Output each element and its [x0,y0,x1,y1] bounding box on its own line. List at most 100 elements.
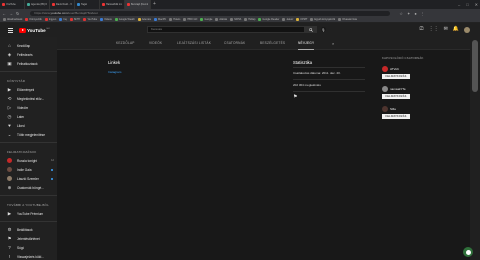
profile-icon[interactable]: ● [414,11,416,16]
star-icon[interactable]: ☆ [399,11,403,16]
sidebar-item-help[interactable]: ? Súgó [0,243,57,252]
sidebar-item-history[interactable]: ▶ Előzmények [0,85,57,94]
bookmark-item[interactable]: Google [200,18,212,21]
featured-channel[interactable]: Sifia [382,106,396,112]
url-field[interactable]: https://www.youtube.com/user/Bemlajd76/a… [30,10,391,16]
sidebar-channel-1[interactable]: Russia tonight 12 [0,156,57,165]
stats-divider [293,91,365,92]
featured-channel[interactable]: ATVolt [382,66,399,72]
browse-channels-icon: ⊕ [7,184,12,190]
new-tab-button[interactable]: + [151,0,156,9]
featured-channel-name: ATVolt [390,67,399,71]
bookmark-item[interactable]: Hidlap [244,18,255,21]
youtube-logo[interactable]: YouTube HU [19,27,49,33]
browser-tab[interactable]: David Feld - YouTube [50,0,75,9]
view-count: 202 304 megtekintés [293,83,321,87]
sidebar-item-report-history[interactable]: ⚑ Jelentéstörténet [0,234,57,243]
help-icon: ? [8,245,11,250]
featured-channels-title: KAPCSOLÓDÓ CSATORNÁK [382,56,424,60]
sidebar-item-label: Visszajelzés küld... [17,254,44,259]
sidebar-browse-channels[interactable]: ⊕ Csatornák böngé... [0,183,57,192]
close-icon[interactable]: ✕ [475,2,478,7]
browser-tab[interactable]: Bemlajd (Nemlait) - Tagét [125,0,151,9]
bookmark-item[interactable]: Hotels [169,18,180,21]
sidebar-divider [0,142,57,143]
sidebar-item-liked[interactable]: ♥ Liked [0,121,57,130]
minimize-icon[interactable]: – [458,2,460,7]
stats-title: Statisztika [293,60,313,65]
sidebar-item-watch-later[interactable]: ◷ Later [0,112,57,121]
hamburger-menu-icon[interactable] [8,27,13,33]
tab-about[interactable]: NÉVJEGY [298,37,315,50]
bookmark-label: Google Weath [118,18,135,21]
bookmark-item[interactable]: Olvasási lista [338,18,357,21]
bookmark-item[interactable]: Alkalmazások [3,18,22,21]
forward-icon[interactable]: → [9,11,13,16]
bookmark-item[interactable]: Egyéb könyvjelzők [310,18,335,21]
scrollbar-thumb[interactable] [472,40,478,92]
bookmark-item[interactable]: ShHY [69,18,80,21]
show-more-icon: ⌄ [7,131,12,137]
sidebar-item-settings[interactable]: ⚙ Beállítások [0,225,57,234]
search-button[interactable] [305,26,317,33]
reload-icon[interactable]: ↻ [16,11,19,16]
sidebar-item-your-videos[interactable]: ▷ Videóim [0,103,57,112]
sidebar-item-watch-history[interactable]: ⟲ Megtekintési előz... [0,94,57,103]
bookmark-item[interactable]: Könnyezők [25,18,42,21]
tab-home[interactable]: KEZDŐLAP [116,37,135,50]
bookmark-item[interactable]: HBO GO [183,18,197,21]
sidebar-item-premium[interactable]: ▶ YouTube Prémium [0,209,57,218]
sidebar-item-show-more[interactable]: ⌄ Több megjelenítése [0,130,57,139]
bookmark-item[interactable]: NRHA [230,18,241,21]
menu-icon[interactable]: ⋮ [421,11,425,16]
tab-discussion[interactable]: BESZÉLGETÉS [260,37,285,50]
sidebar-item-subscriptions[interactable]: ▣ Feliratkozások [0,59,57,68]
sidebar-item-home[interactable]: ⌂ Kezdőlap [0,41,57,50]
extensions-icon[interactable]: ✦ [407,11,410,16]
bookmark-item[interactable]: YouTube [83,18,97,21]
sidebar-channel-2[interactable]: Indie Gala [0,165,57,174]
back-icon[interactable]: ← [2,11,6,16]
browser-tab[interactable]: YouTube [0,0,25,9]
sidebar-item-label: Súgó [17,245,25,250]
bookmark-favicon-icon [114,18,118,21]
microphone-icon[interactable]: 🎙 [321,27,326,32]
bookmark-item[interactable]: Google Weath [114,18,135,21]
channel-search-icon[interactable]: ⌕ [332,41,334,46]
tab-videos[interactable]: VIDEÓK [149,37,162,50]
bookmark-item[interactable]: Jelentés [137,18,151,21]
bookmark-item[interactable]: Ingyen [44,18,56,21]
subscribe-button[interactable]: FELIRATKOZÁS [382,114,410,119]
browser-tab[interactable]: Tagét [75,0,100,9]
featured-channel[interactable]: namsakYTe [382,86,406,92]
sidebar-item-feedback[interactable]: ! Visszajelzés küld... [0,252,57,260]
bookmark-item[interactable]: Aláírás [215,18,227,21]
floating-assistant-icon[interactable] [463,247,473,257]
apps-icon[interactable]: ⋮⋮ [429,26,439,33]
maximize-icon[interactable]: □ [466,2,468,7]
browser-tab[interactable]: Agenda (85) Illettes a matem [25,0,50,9]
sidebar-channel-3[interactable]: László Szemler [0,174,57,183]
bookmark-favicon-icon [100,18,104,21]
instagram-link[interactable]: Instagram [108,70,121,74]
tab-playlists[interactable]: LEJÁTSZÁSI LISTÁK [177,37,211,50]
avatar[interactable] [464,26,470,33]
camera-icon[interactable]: ⎚ [420,26,424,33]
sidebar-item-explore[interactable]: ◈ Felfedezés [0,50,57,59]
tab-channels[interactable]: CSATORNÁK [224,37,245,50]
bookmark-label: NRHA [234,18,242,21]
bookmark-item[interactable]: MacPC [154,18,166,21]
browser-tab[interactable]: Hatosáhilik momlan - YouTube [100,0,125,9]
subscribe-button[interactable]: FELIRATKOZÁS [382,94,410,99]
subscribe-button[interactable]: FELIRATKOZÁS [382,74,410,79]
chat-icon[interactable]: ✉ [444,26,448,33]
bookmark-item[interactable]: Videos [100,18,112,21]
bookmark-item[interactable]: Jelesz [282,18,293,21]
search-input[interactable]: Keresés [147,26,305,33]
bell-icon[interactable]: 🔔 [453,26,459,33]
bookmark-item[interactable]: KPMT [296,18,307,21]
report-flag-icon[interactable]: ⚑ [293,94,297,100]
sidebar-divider [0,221,57,222]
bookmark-item[interactable]: Inq [59,18,67,21]
bookmark-item[interactable]: Google Reader [258,18,279,21]
